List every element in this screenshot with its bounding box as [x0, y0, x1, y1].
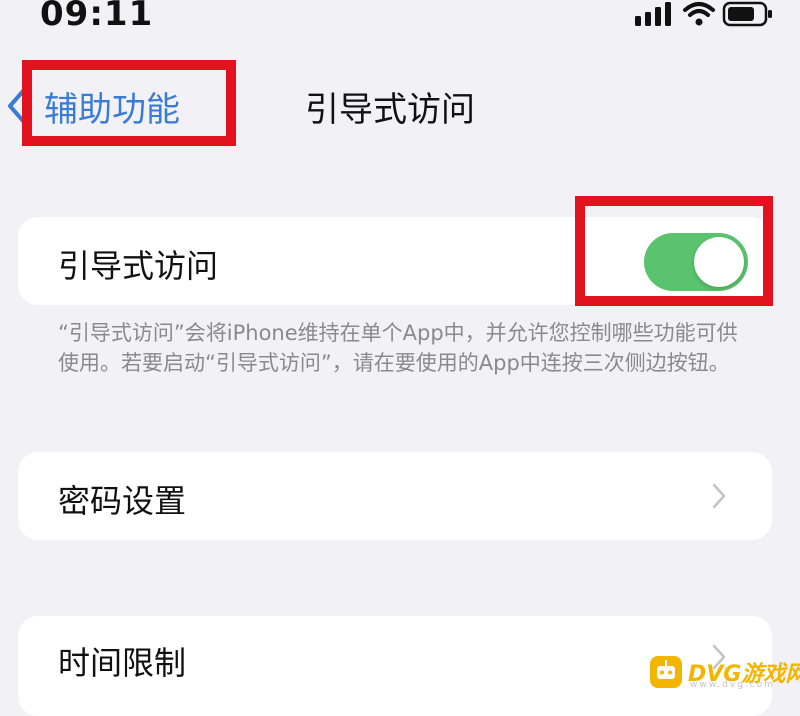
chevron-right-icon: [712, 483, 726, 509]
status-bar: 09:11: [0, 0, 800, 40]
guided-access-label: 引导式访问: [58, 247, 219, 285]
cellular-signal-icon: [635, 2, 671, 26]
page-title: 引导式访问: [305, 90, 475, 130]
battery-icon: [722, 1, 772, 27]
back-button-highlight: [22, 60, 236, 146]
watermark-subtext: www.dvg.com: [690, 680, 775, 690]
passcode-settings-label: 密码设置: [58, 482, 187, 520]
guided-access-footer: “引导式访问”会将iPhone维持在单个App中，并允许您控制哪些功能可供使用。…: [58, 321, 738, 375]
toggle-highlight: [575, 196, 773, 306]
status-icons: [634, 0, 774, 30]
watermark-logo-icon: [650, 656, 682, 688]
status-time: 09:11: [40, 0, 154, 34]
time-limits-label: 时间限制: [58, 644, 187, 682]
wifi-icon: [683, 2, 715, 26]
watermark: DVG游戏网 www.dvg.com: [650, 652, 800, 692]
passcode-settings-row[interactable]: 密码设置: [18, 452, 772, 540]
